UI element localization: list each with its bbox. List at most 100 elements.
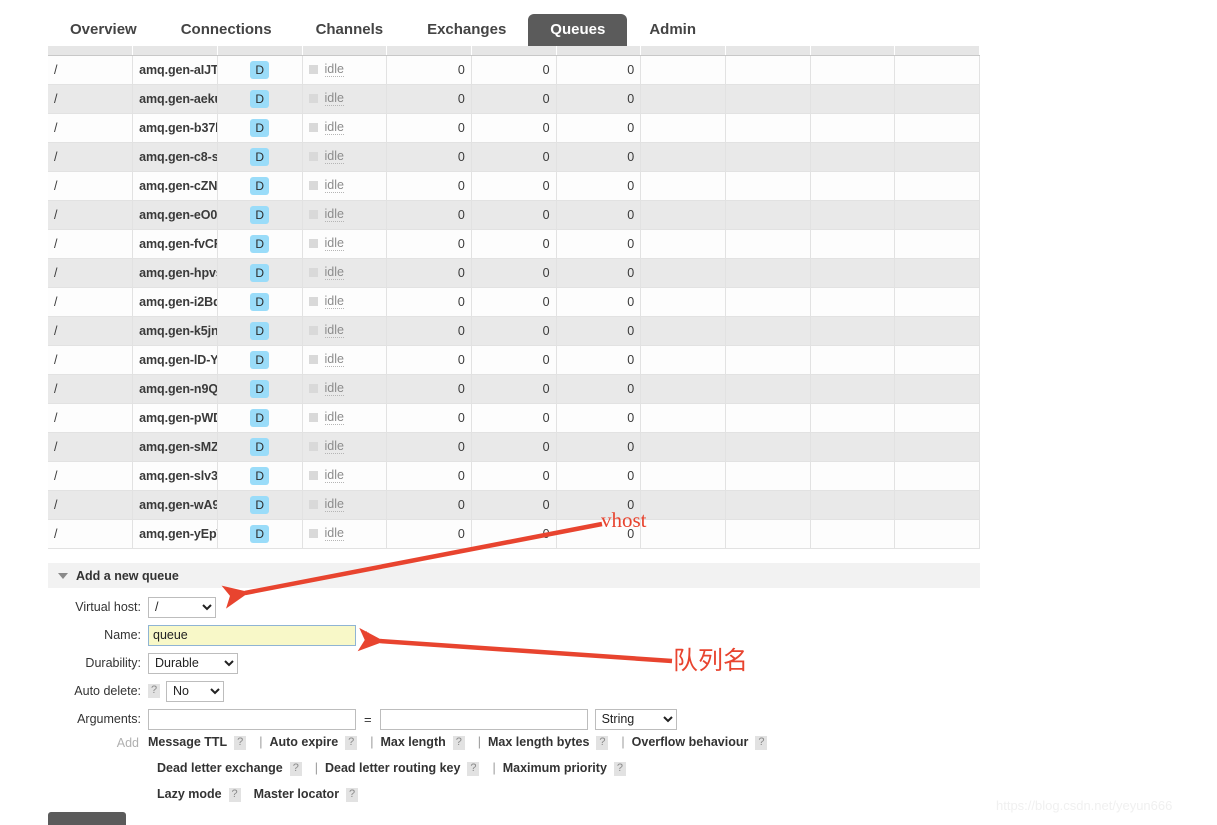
state-color-square-icon <box>308 442 318 451</box>
preset-link-max-length[interactable]: Max length <box>380 735 445 749</box>
preset-link-lazy-mode[interactable]: Lazy mode <box>157 787 222 801</box>
col-header-total[interactable] <box>556 46 642 56</box>
queue-name-link[interactable]: amq.gen-c8-sRSPaEBAVuRKhIjoe8g <box>132 142 218 172</box>
table-row[interactable]: /amq.gen-n9QTlq2N9PF5FhZ-9S1a0wDidle000 <box>48 374 980 404</box>
col-header-incoming[interactable] <box>640 46 726 56</box>
help-icon-dead-letter-routing-key[interactable]: ? <box>467 761 480 776</box>
preset-link-max-length-bytes[interactable]: Max length bytes <box>488 735 589 749</box>
state-indicator: idle <box>308 323 381 338</box>
queue-name-link[interactable]: amq.gen-sMZY-8VIR0wdmvjcJwo1OA <box>132 432 218 462</box>
queues-table-header <box>48 46 980 56</box>
queue-name-link[interactable]: amq.gen-i2BqFUO-gfsliQ0dWzqglw <box>132 287 218 317</box>
queue-name-link[interactable]: amq.gen-aIJTeoRkLkfk9vatCwD0Nw <box>132 55 218 85</box>
argument-value-input[interactable] <box>379 708 588 730</box>
nav-tab-overview[interactable]: Overview <box>48 14 159 48</box>
cell-total: 0 <box>556 84 642 114</box>
preset-link-message-ttl[interactable]: Message TTL <box>148 735 227 749</box>
cell-incoming <box>640 316 726 346</box>
col-header-state[interactable] <box>302 46 388 56</box>
help-icon-message-ttl[interactable]: ? <box>234 735 247 750</box>
table-row[interactable]: /amq.gen-b37baA3JA8zE3hRvsC6dqQDidle000 <box>48 113 980 143</box>
col-header-ack[interactable] <box>810 46 896 56</box>
queue-name-link[interactable]: amq.gen-hpvsQuBDw7xXEXNTfYEUjw <box>132 258 218 288</box>
col-header-unacked[interactable] <box>471 46 557 56</box>
queue-name-link[interactable]: amq.gen-cZNfVr3_ZEZ_t9FAJkn6MQ <box>132 171 218 201</box>
preset-link-master-locator[interactable]: Master locator <box>254 787 339 801</box>
col-header-deliver-get[interactable] <box>725 46 811 56</box>
queue-name-input[interactable] <box>148 624 356 646</box>
queue-name-link[interactable]: amq.gen-yEpW4V-nzPaKI6jzE69QkQ <box>132 519 218 549</box>
durable-badge: D <box>250 379 270 398</box>
cell-vhost: / <box>48 113 134 143</box>
queue-name-link[interactable]: amq.gen-k5jn7qjLmUAvzVIM65eogg <box>132 316 218 346</box>
help-icon-overflow-behaviour[interactable]: ? <box>755 735 768 750</box>
table-row[interactable]: /amq.gen-pWDK-4-UTYDzDQvq0DI0pgDidle000 <box>48 403 980 433</box>
argument-key-input[interactable] <box>148 708 356 730</box>
durability-select[interactable]: DurableTransient <box>148 652 238 674</box>
cell-vhost: / <box>48 519 134 549</box>
table-row[interactable]: /amq.gen-lD-YyoLfapPO3eh7UaP-YwDidle000 <box>48 345 980 375</box>
help-icon-max-length-bytes[interactable]: ? <box>596 735 609 750</box>
table-row[interactable]: /amq.gen-wA9TCNnAR89rJp9iH4oQTwDidle000 <box>48 490 980 520</box>
argument-type-select[interactable]: StringNumberBooleanList <box>594 708 677 730</box>
add-queue-submit-button[interactable] <box>48 812 126 825</box>
durable-badge: D <box>250 408 270 427</box>
queue-name-link[interactable]: amq.gen-slv3C7d31bieZfcZOM78yg <box>132 461 218 491</box>
help-icon-lazy-mode[interactable]: ? <box>228 787 241 802</box>
help-icon-dead-letter-exchange[interactable]: ? <box>289 761 302 776</box>
table-row[interactable]: /amq.gen-aekulzTcYqfIGcmoRjjACQDidle000 <box>48 84 980 114</box>
col-header-name[interactable] <box>132 46 218 56</box>
queue-name-link[interactable]: amq.gen-wA9TCNnAR89rJp9iH4oQTw <box>132 490 218 520</box>
col-header-vhost[interactable] <box>48 46 134 56</box>
queue-name-link[interactable]: amq.gen-eO0blNIdFEmycxCTt4tw1w <box>132 200 218 230</box>
queue-name-link[interactable]: amq.gen-n9QTlq2N9PF5FhZ-9S1a0w <box>132 374 218 404</box>
preset-link-auto-expire[interactable]: Auto expire <box>269 735 338 749</box>
state-label: idle <box>324 497 344 512</box>
cell-total: 0 <box>556 461 642 491</box>
table-row[interactable]: /amq.gen-c8-sRSPaEBAVuRKhIjoe8gDidle000 <box>48 142 980 172</box>
nav-tab-connections[interactable]: Connections <box>159 14 294 48</box>
preset-link-maximum-priority[interactable]: Maximum priority <box>503 761 607 775</box>
table-row[interactable]: /amq.gen-k5jn7qjLmUAvzVIM65eoggDidle000 <box>48 316 980 346</box>
add-queue-section-header[interactable]: Add a new queue <box>48 563 980 588</box>
cell-extra <box>894 432 980 462</box>
table-row[interactable]: /amq.gen-yEpW4V-nzPaKI6jzE69QkQDidle000 <box>48 519 980 549</box>
auto-delete-select[interactable]: NoYes <box>166 680 224 702</box>
table-row[interactable]: /amq.gen-sMZY-8VIR0wdmvjcJwo1OADidle000 <box>48 432 980 462</box>
col-header-extra[interactable] <box>894 46 980 56</box>
queue-name-link[interactable]: amq.gen-lD-YyoLfapPO3eh7UaP-Yw <box>132 345 218 375</box>
queue-name-link[interactable]: amq.gen-b37baA3JA8zE3hRvsC6dqQ <box>132 113 218 143</box>
cell-unacked: 0 <box>471 461 557 491</box>
queue-name-link[interactable]: amq.gen-aekulzTcYqfIGcmoRjjACQ <box>132 84 218 114</box>
cell-total: 0 <box>556 490 642 520</box>
table-row[interactable]: /amq.gen-aIJTeoRkLkfk9vatCwD0NwDidle000 <box>48 55 980 85</box>
preset-link-dead-letter-exchange[interactable]: Dead letter exchange <box>157 761 283 775</box>
preset-link-dead-letter-routing-key[interactable]: Dead letter routing key <box>325 761 460 775</box>
table-row[interactable]: /amq.gen-fvCFmknJDmE9sBI9OFSJGQDidle000 <box>48 229 980 259</box>
table-row[interactable]: /amq.gen-i2BqFUO-gfsliQ0dWzqglwDidle000 <box>48 287 980 317</box>
table-row[interactable]: /amq.gen-eO0blNIdFEmycxCTt4tw1wDidle000 <box>48 200 980 230</box>
preset-link-overflow-behaviour[interactable]: Overflow behaviour <box>632 735 749 749</box>
cell-deliver-get <box>725 374 811 404</box>
virtual-host-select[interactable]: / <box>148 596 216 618</box>
help-icon-maximum-priority[interactable]: ? <box>613 761 626 776</box>
state-color-square-icon <box>308 181 318 190</box>
table-row[interactable]: /amq.gen-hpvsQuBDw7xXEXNTfYEUjwDidle000 <box>48 258 980 288</box>
table-row[interactable]: /amq.gen-slv3C7d31bieZfcZOM78ygDidle000 <box>48 461 980 491</box>
nav-tab-admin[interactable]: Admin <box>627 14 718 48</box>
queue-name-link[interactable]: amq.gen-pWDK-4-UTYDzDQvq0DI0pg <box>132 403 218 433</box>
cell-features: D <box>217 171 303 201</box>
nav-tab-queues[interactable]: Queues <box>528 14 628 48</box>
durable-badge: D <box>250 524 270 543</box>
help-icon-auto-expire[interactable]: ? <box>345 735 358 750</box>
col-header-ready[interactable] <box>386 46 472 56</box>
col-header-features[interactable] <box>217 46 303 56</box>
auto-delete-help-icon[interactable]: ? <box>148 684 160 698</box>
nav-tab-exchanges[interactable]: Exchanges <box>405 14 528 48</box>
help-icon-max-length[interactable]: ? <box>452 735 465 750</box>
queue-name-link[interactable]: amq.gen-fvCFmknJDmE9sBI9OFSJGQ <box>132 229 218 259</box>
add-argument-label[interactable]: Add <box>48 736 148 750</box>
help-icon-master-locator[interactable]: ? <box>346 787 359 802</box>
nav-tab-channels[interactable]: Channels <box>294 14 406 48</box>
table-row[interactable]: /amq.gen-cZNfVr3_ZEZ_t9FAJkn6MQDidle000 <box>48 171 980 201</box>
